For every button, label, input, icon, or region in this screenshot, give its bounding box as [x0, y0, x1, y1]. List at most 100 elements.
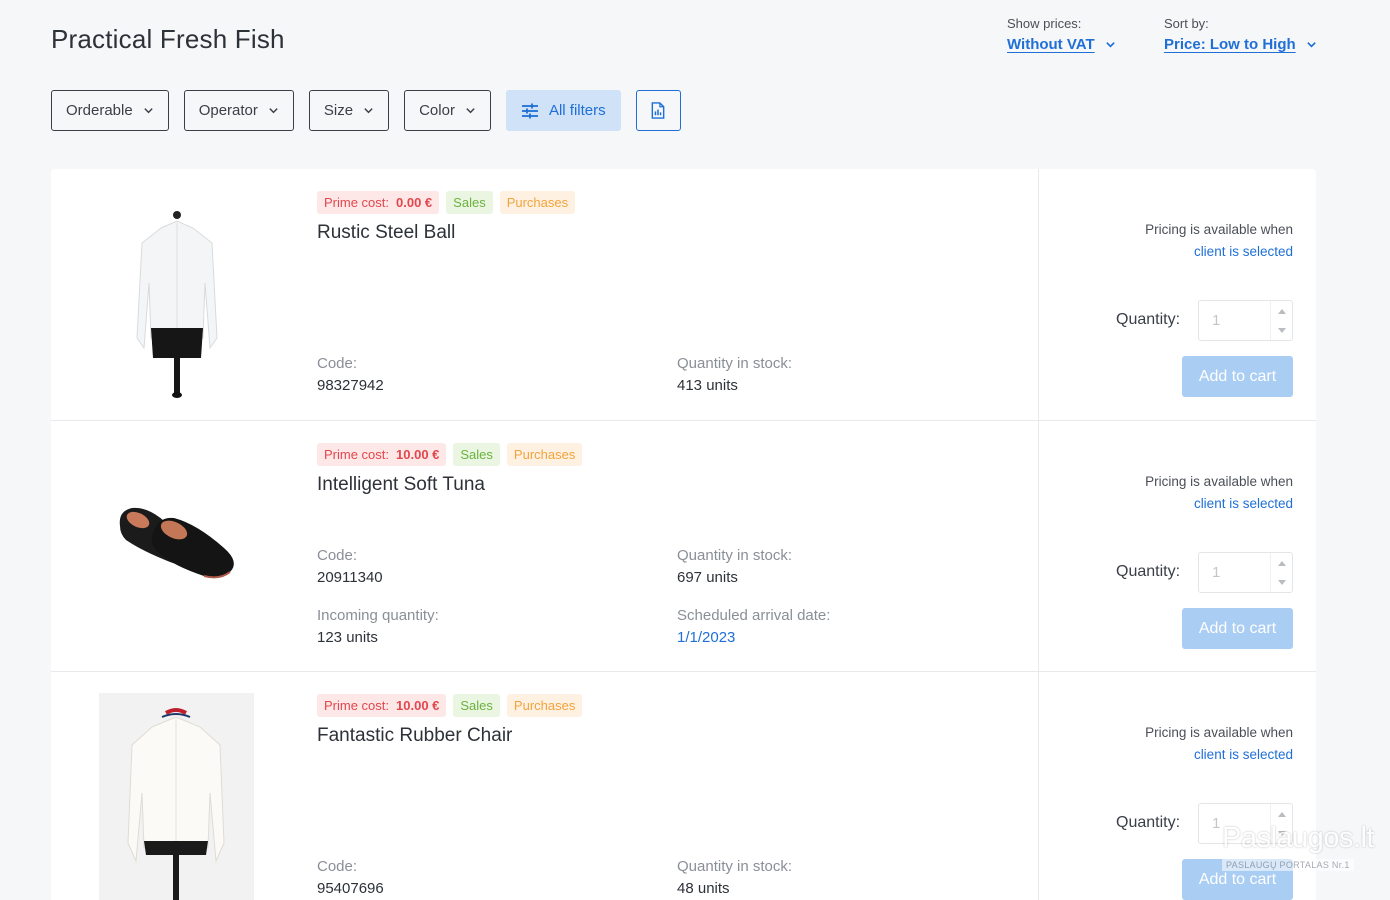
code-field: Code: 98327942 [317, 355, 384, 394]
filter-bar: Orderable Operator Size Color All filter… [51, 90, 681, 131]
pricing-note: Pricing is available when client is sele… [1145, 722, 1293, 766]
quantity-spinner [1270, 804, 1292, 843]
sales-badge: Sales [446, 191, 493, 214]
arrival-field: Scheduled arrival date: 1/1/2023 [677, 607, 830, 646]
code-value: 95407696 [317, 880, 384, 897]
chevron-down-icon [466, 108, 475, 114]
chevron-down-icon [1105, 42, 1115, 48]
prime-cost-label: Prime cost: [324, 447, 390, 462]
purchases-badge: Purchases [499, 191, 576, 214]
sales-badge: Sales [453, 694, 500, 717]
product-card: Prime cost: 0.00 € Sales Purchases Rustic… [51, 169, 1316, 421]
prime-cost-value: 0.00 € [396, 195, 433, 210]
decrement-icon[interactable] [1276, 324, 1288, 336]
product-badges: Prime cost: 10.00 € Sales Purchases [317, 443, 583, 466]
filter-orderable-button[interactable]: Orderable [51, 90, 169, 131]
code-field: Code: 95407696 [317, 858, 384, 897]
stock-label: Quantity in stock: [677, 858, 793, 875]
prime-cost-badge: Prime cost: 10.00 € [317, 694, 447, 717]
incoming-field: Incoming quantity: 123 units [317, 607, 439, 646]
filter-label: Operator [198, 102, 258, 119]
product-name[interactable]: Fantastic Rubber Chair [317, 725, 512, 747]
stock-value: 697 units [677, 569, 738, 586]
white-jacket-image [100, 693, 253, 900]
quantity-label: Quantity: [1116, 311, 1181, 328]
card-divider [1038, 421, 1039, 671]
select-client-link[interactable]: client is selected [1145, 241, 1293, 263]
all-filters-button[interactable]: All filters [505, 90, 621, 131]
chevron-down-icon [364, 108, 373, 114]
card-divider [1038, 672, 1039, 900]
add-to-cart-button[interactable]: Add to cart [1182, 608, 1293, 649]
product-badges: Prime cost: 10.00 € Sales Purchases [317, 694, 583, 717]
add-to-cart-button[interactable]: Add to cart [1182, 859, 1293, 900]
product-name[interactable]: Intelligent Soft Tuna [317, 474, 485, 496]
quantity-spinner [1270, 553, 1292, 592]
code-label: Code: [317, 355, 358, 372]
export-report-button[interactable] [635, 90, 681, 131]
quantity-input[interactable] [1199, 804, 1271, 843]
show-prices-label: Show prices: [1007, 16, 1082, 31]
card-divider [1038, 169, 1039, 420]
select-client-link[interactable]: client is selected [1145, 493, 1293, 515]
product-name[interactable]: Rustic Steel Ball [317, 222, 455, 244]
code-label: Code: [317, 547, 358, 564]
incoming-label: Incoming quantity: [317, 607, 439, 624]
arrival-label: Scheduled arrival date: [677, 607, 831, 624]
all-filters-label: All filters [548, 102, 606, 119]
sort-by-dropdown[interactable]: Price: Low to High [1164, 36, 1317, 53]
show-prices-dropdown[interactable]: Without VAT [1007, 36, 1116, 53]
stock-label: Quantity in stock: [677, 355, 793, 372]
prime-cost-label: Prime cost: [324, 698, 390, 713]
product-list: Prime cost: 0.00 € Sales Purchases Rustic… [51, 169, 1316, 900]
report-file-icon [651, 102, 665, 119]
arrival-date-link[interactable]: 1/1/2023 [677, 629, 830, 646]
quantity-label: Quantity: [1116, 814, 1181, 831]
code-value: 98327942 [317, 377, 384, 394]
product-image-white-shirt[interactable] [99, 188, 254, 400]
stock-field: Quantity in stock: 48 units [677, 858, 792, 897]
page-title: Practical Fresh Fish [51, 24, 285, 54]
increment-icon[interactable] [1276, 557, 1288, 569]
increment-icon[interactable] [1276, 305, 1288, 317]
increment-icon[interactable] [1276, 808, 1288, 820]
add-to-cart-button[interactable]: Add to cart [1182, 356, 1293, 397]
chevron-down-icon [269, 108, 278, 114]
select-client-link[interactable]: client is selected [1145, 744, 1293, 766]
prime-cost-value: 10.00 € [396, 447, 440, 462]
product-image-black-flats[interactable] [99, 441, 254, 651]
sliders-icon [521, 103, 538, 118]
black-flats-image [119, 507, 234, 579]
filter-label: Size [323, 102, 354, 119]
filter-operator-button[interactable]: Operator [183, 90, 294, 131]
stock-field: Quantity in stock: 697 units [677, 547, 792, 586]
product-card: Prime cost: 10.00 € Sales Purchases Fanta… [51, 672, 1316, 900]
filter-label: Color [419, 102, 455, 119]
quantity-input[interactable] [1199, 301, 1271, 340]
quantity-stepper [1198, 300, 1293, 341]
code-value: 20911340 [317, 569, 383, 586]
stock-label: Quantity in stock: [677, 547, 793, 564]
decrement-icon[interactable] [1276, 827, 1288, 839]
filter-size-button[interactable]: Size [308, 90, 390, 131]
filter-label: Orderable [66, 102, 133, 119]
prime-cost-label: Prime cost: [324, 195, 390, 210]
chevron-down-icon [1306, 42, 1316, 48]
quantity-stepper [1198, 803, 1293, 844]
pricing-note-text: Pricing is available when [1145, 474, 1293, 489]
purchases-badge: Purchases [506, 694, 583, 717]
stock-value: 48 units [677, 880, 730, 897]
quantity-stepper [1198, 552, 1293, 593]
stock-field: Quantity in stock: 413 units [677, 355, 792, 394]
show-prices-select: Show prices: Without VAT [1007, 16, 1116, 54]
prime-cost-badge: Prime cost: 0.00 € [317, 191, 440, 214]
prime-cost-value: 10.00 € [396, 698, 440, 713]
product-card: Prime cost: 10.00 € Sales Purchases Intel… [51, 421, 1316, 672]
filter-color-button[interactable]: Color [404, 90, 491, 131]
code-label: Code: [317, 858, 358, 875]
sort-by-label: Sort by: [1164, 16, 1209, 31]
product-image-white-jacket[interactable] [99, 693, 254, 900]
decrement-icon[interactable] [1276, 576, 1288, 588]
sort-by-select: Sort by: Price: Low to High [1164, 16, 1317, 54]
quantity-input[interactable] [1199, 553, 1271, 592]
